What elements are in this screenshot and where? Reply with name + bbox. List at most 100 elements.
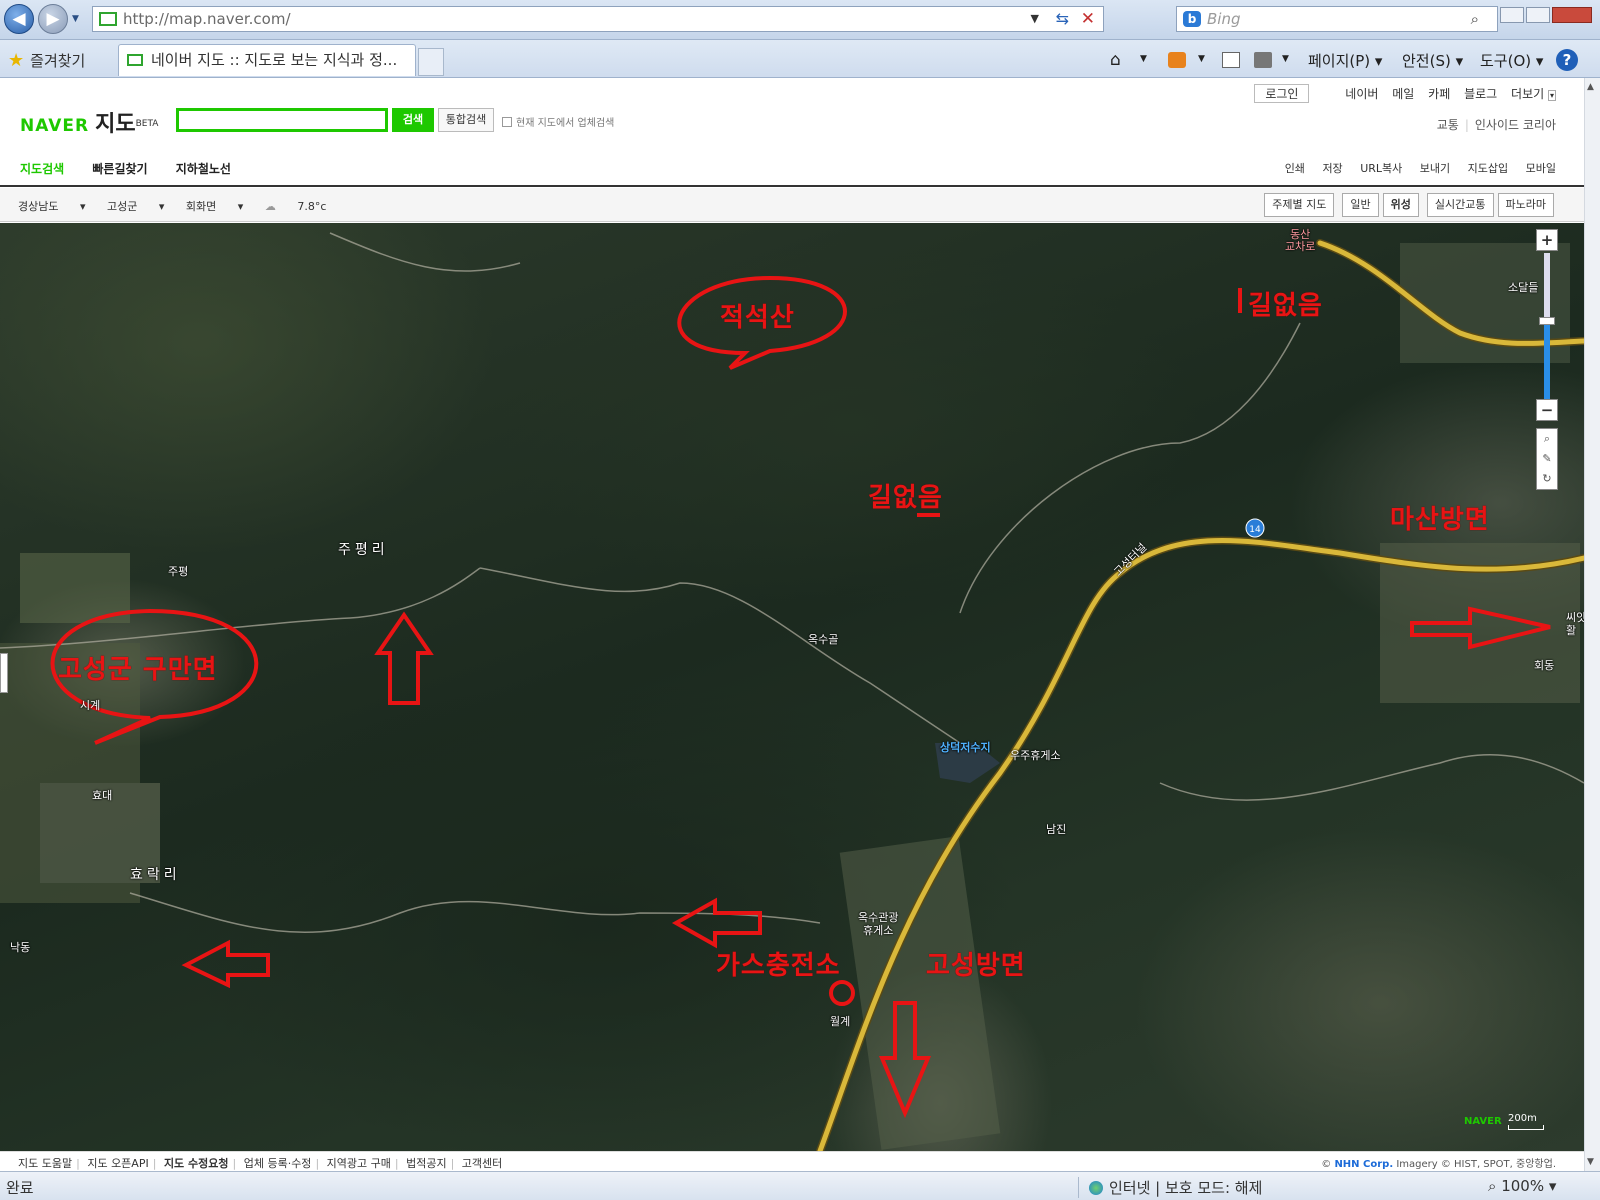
- help-icon[interactable]: ?: [1556, 49, 1578, 71]
- maximize-button[interactable]: [1526, 7, 1550, 23]
- safety-menu[interactable]: 안전(S) ▾: [1402, 50, 1463, 71]
- scroll-up-icon[interactable]: ▲: [1587, 82, 1594, 92]
- forward-button[interactable]: ▶: [38, 4, 68, 34]
- tab-subway[interactable]: 지하철노선: [176, 162, 231, 176]
- place-label: 효락리: [130, 867, 181, 883]
- zoom-out-button[interactable]: −: [1536, 399, 1558, 421]
- annotation-shapes: [50, 275, 1551, 1119]
- login-button[interactable]: 로그인: [1254, 84, 1310, 103]
- logo-beta: BETA: [135, 119, 159, 129]
- util-link-cafe[interactable]: 카페: [1428, 87, 1450, 101]
- arrow-left-hyorak: [181, 939, 270, 989]
- divider: |: [76, 1157, 80, 1170]
- link-traffic[interactable]: 교통: [1437, 118, 1459, 132]
- print-link[interactable]: 인쇄: [1285, 162, 1305, 175]
- link-inside-korea[interactable]: 인사이드 코리아: [1475, 118, 1556, 132]
- scale-line: [1508, 1125, 1544, 1130]
- home-icon[interactable]: ⌂: [1110, 50, 1121, 70]
- map-type-switcher: 주제별 지도 일반 위성 실시간교통 파노라마: [1264, 193, 1554, 217]
- magnifier-icon[interactable]: ⌕: [1537, 429, 1557, 449]
- address-bar[interactable]: http://map.naver.com/ ▼ ⇆ ✕: [92, 6, 1104, 32]
- satellite-map-button[interactable]: 위성: [1382, 193, 1419, 217]
- minimize-button[interactable]: [1500, 7, 1524, 23]
- breadcrumb-town[interactable]: 회화면 ▾: [186, 200, 243, 213]
- footer-link-help[interactable]: 지도 도움말: [18, 1157, 72, 1170]
- url-copy-link[interactable]: URL복사: [1360, 162, 1402, 175]
- normal-map-button[interactable]: 일반: [1342, 193, 1379, 217]
- realtime-traffic-button[interactable]: 실시간교통: [1426, 193, 1494, 217]
- tab-title: 네이버 지도 :: 지도로 보는 지식과 정...: [151, 51, 398, 69]
- map-footer: 지도 도움말 | 지도 오픈API | 지도 수정요청 | 업체 등록·수정 | 지역광…: [0, 1151, 1584, 1171]
- copyright-corp[interactable]: NHN Corp.: [1334, 1159, 1393, 1170]
- chevron-down-icon[interactable]: ▼: [1140, 54, 1147, 64]
- footer-link-business[interactable]: 업체 등록·수정: [244, 1157, 312, 1170]
- search-input[interactable]: [176, 108, 388, 132]
- location-bar: 경상남도 ▾ 고성군 ▾ 회화면 ▾ ☁ 7.8°c 주제별 지도 일반 위성 …: [0, 188, 1584, 222]
- stop-icon[interactable]: ✕: [1081, 7, 1095, 31]
- mail-icon[interactable]: [1222, 52, 1240, 68]
- search-box[interactable]: b Bing ⌕: [1176, 6, 1498, 32]
- breadcrumb-county[interactable]: 고성군 ▾: [107, 200, 164, 213]
- satellite-map[interactable]: 14 동산 교차로 소달들 주평 주평리 옥수골 상덕저수지 우주휴게소 남진 …: [0, 223, 1584, 1151]
- divider: |: [152, 1157, 157, 1170]
- tab-quick-route[interactable]: 빠른길찾기: [92, 162, 147, 176]
- zoom-level-fill: [1544, 321, 1550, 399]
- util-link-mail[interactable]: 메일: [1392, 87, 1414, 101]
- scroll-down-icon[interactable]: ▼: [1587, 1157, 1594, 1167]
- globe-icon: [1089, 1181, 1103, 1195]
- tab-map-search[interactable]: 지도검색: [20, 162, 64, 176]
- history-dropdown-icon[interactable]: ▼: [72, 14, 79, 24]
- scale-label: 200m: [1508, 1113, 1537, 1124]
- integrated-search-button[interactable]: 통합검색: [438, 108, 494, 132]
- rss-icon[interactable]: [1168, 52, 1186, 68]
- print-icon[interactable]: [1254, 52, 1272, 68]
- security-zone[interactable]: 인터넷 | 보호 모드: 해제: [1078, 1177, 1262, 1198]
- save-link[interactable]: 저장: [1322, 162, 1342, 175]
- chevron-down-icon[interactable]: ▼: [1282, 54, 1289, 64]
- page-menu-label: 페이지(P): [1308, 52, 1371, 70]
- footer-link-support[interactable]: 고객센터: [462, 1157, 502, 1170]
- chevron-down-icon[interactable]: ▼: [1031, 7, 1039, 31]
- back-button[interactable]: ◀: [4, 4, 34, 34]
- footer-link-legal[interactable]: 법적공지: [406, 1157, 446, 1170]
- new-tab-button[interactable]: [418, 48, 444, 76]
- footer-link-open-api[interactable]: 지도 오픈API: [87, 1157, 148, 1170]
- vertical-scrollbar[interactable]: ▲ ▼: [1584, 78, 1600, 1171]
- cloud-icon: ☁: [264, 200, 276, 213]
- embed-map-link[interactable]: 지도삽입: [1468, 162, 1508, 175]
- place-label: 주평: [168, 565, 189, 578]
- panorama-button[interactable]: 파노라마: [1497, 193, 1554, 217]
- annotation-masan-direction: 마산방면: [1390, 505, 1490, 535]
- zoom-slider-handle[interactable]: [1539, 317, 1555, 326]
- zoom-in-button[interactable]: +: [1536, 229, 1558, 251]
- divider: |: [1464, 118, 1469, 132]
- send-link[interactable]: 보내기: [1420, 162, 1450, 175]
- footer-link-correction[interactable]: 지도 수정요청: [164, 1157, 229, 1170]
- util-link-naver[interactable]: 네이버: [1345, 87, 1378, 101]
- tools-menu[interactable]: 도구(O) ▾: [1480, 50, 1543, 71]
- logo[interactable]: NAVER 지도BETA: [20, 106, 158, 138]
- footer-link-ads[interactable]: 지역광고 구매: [327, 1157, 391, 1170]
- page-icon: [127, 54, 143, 66]
- rotate-icon[interactable]: ↻: [1537, 469, 1557, 489]
- thematic-map-button[interactable]: 주제별 지도: [1264, 193, 1335, 217]
- sidebar-toggle[interactable]: [0, 653, 8, 693]
- copyright-symbol: ©: [1321, 1159, 1332, 1170]
- util-link-blog[interactable]: 블로그: [1464, 87, 1497, 101]
- search-icon[interactable]: ⌕: [1471, 7, 1479, 31]
- page-menu[interactable]: 페이지(P) ▾: [1308, 50, 1382, 71]
- breadcrumb-province[interactable]: 경상남도 ▾: [18, 200, 86, 213]
- in-map-search-checkbox[interactable]: 현재 지도에서 업체검색: [502, 114, 614, 129]
- ruler-icon[interactable]: ✎: [1537, 449, 1557, 469]
- mobile-link[interactable]: 모바일: [1526, 162, 1556, 175]
- refresh-icon[interactable]: ⇆: [1056, 7, 1069, 31]
- tab-naver-map[interactable]: 네이버 지도 :: 지도로 보는 지식과 정...: [118, 44, 416, 76]
- util-link-more[interactable]: 더보기: [1511, 87, 1544, 101]
- chevron-down-icon[interactable]: ▼: [1198, 54, 1205, 64]
- close-window-button[interactable]: [1552, 7, 1592, 23]
- favorites-button[interactable]: ★ 즐겨찾기: [8, 50, 85, 71]
- zoom-indicator[interactable]: ⌕ 100% ▾: [1488, 1177, 1556, 1195]
- divider: |: [232, 1157, 237, 1170]
- search-button[interactable]: 검색: [392, 108, 434, 132]
- chevron-down-icon[interactable]: ▾: [1547, 90, 1556, 101]
